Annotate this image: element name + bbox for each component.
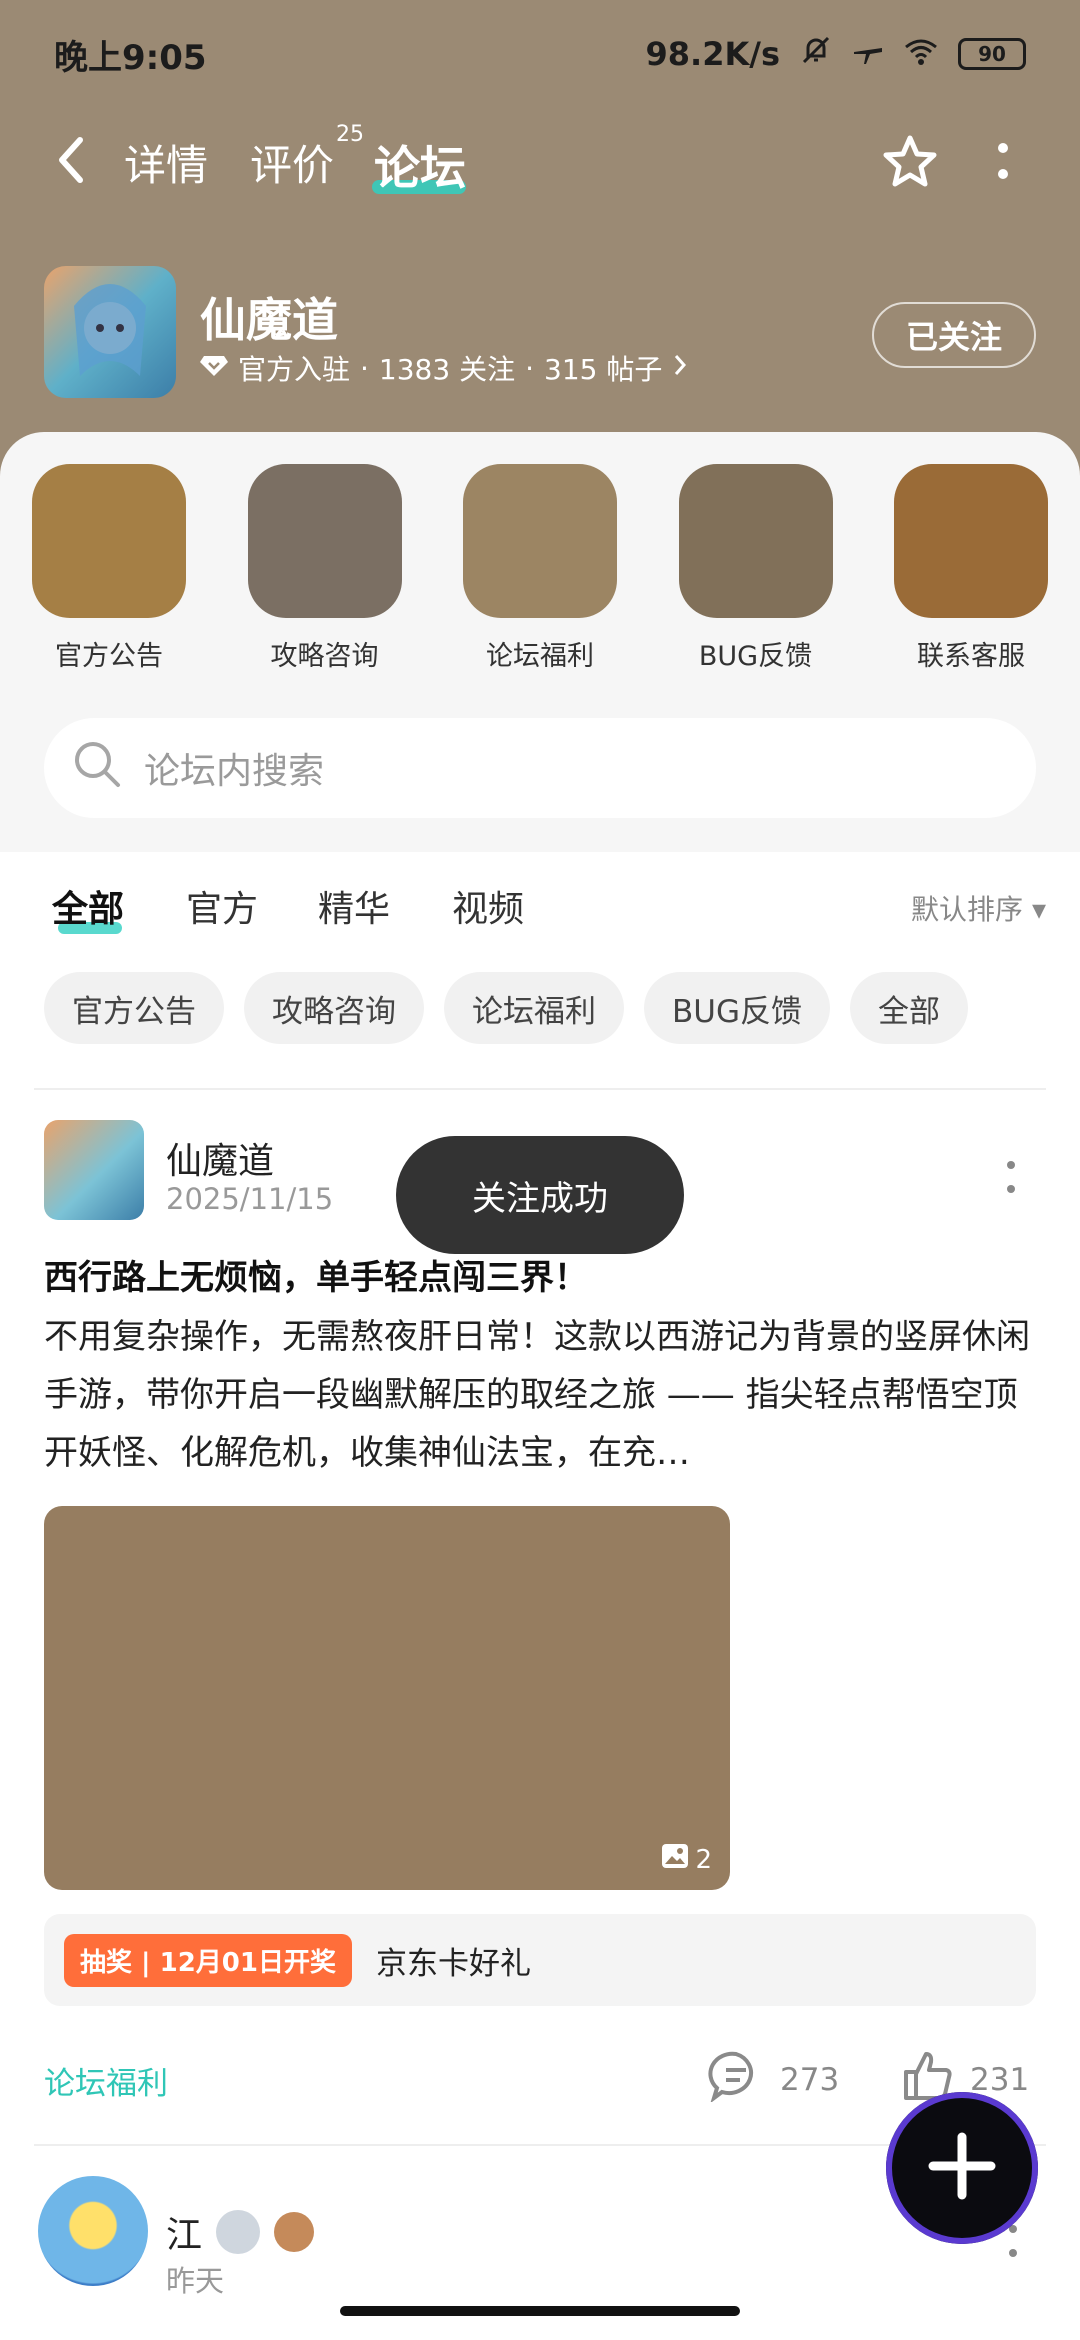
chip-bug[interactable]: BUG反馈 <box>644 972 830 1044</box>
quick-entry-guides[interactable]: 攻略咨询 <box>247 464 402 673</box>
level-badge-icon <box>216 2210 261 2254</box>
sort-label: 默认排序 <box>911 893 1024 926</box>
top-nav: 详情 评价 25 论坛 <box>0 120 1080 200</box>
tab-forum[interactable]: 论坛 <box>374 132 466 198</box>
comment-button[interactable]: 273 <box>708 2050 839 2110</box>
home-indicator[interactable] <box>340 2306 740 2316</box>
feed-tab-all[interactable]: 全部 <box>52 880 124 932</box>
like-count: 231 <box>970 2062 1030 2098</box>
separator-dot: · <box>360 351 369 385</box>
comment-icon <box>708 2050 764 2110</box>
status-time: 晚上9:05 <box>54 37 207 78</box>
mute-bell-icon <box>800 34 832 74</box>
toast-message: 关注成功 <box>396 1136 684 1254</box>
post-author[interactable]: 江 <box>166 2206 202 2258</box>
post-footer: 论坛福利 273 231 <box>44 2050 1036 2110</box>
search-input[interactable]: 论坛内搜索 <box>44 718 1036 818</box>
quick-entry-image <box>247 464 402 618</box>
forum-sheet: 官方公告 攻略咨询 论坛福利 BUG反馈 联系客服 论坛内搜索 <box>0 432 1080 852</box>
wifi-icon <box>904 35 938 73</box>
quick-entries: 官方公告 攻略咨询 论坛福利 BUG反馈 联系客服 <box>32 464 1048 673</box>
avatar[interactable] <box>38 2176 148 2286</box>
tab-details[interactable]: 详情 <box>124 132 208 193</box>
chevron-right-icon <box>672 352 688 385</box>
posts-count: 315 帖子 <box>544 353 663 386</box>
post-body[interactable]: 不用复杂操作，无需熬夜肝日常！这款以西游记为背景的竖屏休闲手游，带你开启一段幽默… <box>44 1308 1036 1482</box>
post-image[interactable]: 2 <box>44 1506 730 1890</box>
caret-down-icon: ▾ <box>1031 893 1046 926</box>
create-post-button[interactable] <box>886 2092 1038 2244</box>
quick-entry-bug-report[interactable]: BUG反馈 <box>678 464 833 673</box>
image-icon <box>661 1843 689 1876</box>
header-background: 晚上9:05 98.2K/s 90 详情 评价 25 论坛 仙魔道 官方入驻 ·… <box>0 0 1080 480</box>
comment-count: 273 <box>780 2062 840 2098</box>
quick-entry-label: 论坛福利 <box>486 641 594 672</box>
post-date: 2025/11/15 <box>166 1182 334 1216</box>
quick-entry-welfare[interactable]: 论坛福利 <box>463 464 617 673</box>
game-name: 仙魔道 <box>200 293 338 347</box>
chip-announcement[interactable]: 官方公告 <box>44 972 224 1044</box>
official-label: 官方入驻 <box>238 353 351 386</box>
chip-welfare[interactable]: 论坛福利 <box>444 972 624 1044</box>
image-count-value: 2 <box>695 1844 712 1875</box>
followed-button[interactable]: 已关注 <box>872 302 1036 368</box>
post-card-partial[interactable]: 江 昨天 <box>38 2176 1038 2298</box>
tab-reviews-label: 评价 <box>250 141 335 190</box>
more-vertical-icon[interactable] <box>1008 2224 1018 2258</box>
quick-entry-image <box>463 464 617 618</box>
battery-indicator: 90 <box>958 38 1026 70</box>
airplane-icon <box>852 34 884 74</box>
sort-dropdown[interactable]: 默认排序 ▾ <box>911 888 1046 928</box>
game-icon[interactable] <box>44 266 176 398</box>
divider <box>34 1088 1046 1090</box>
quick-entry-label: 联系客服 <box>917 641 1025 672</box>
more-vertical-icon[interactable] <box>1006 1160 1016 1194</box>
quick-entry-label: BUG反馈 <box>698 641 813 672</box>
quick-entry-label: 攻略咨询 <box>270 641 379 672</box>
chip-guides[interactable]: 攻略咨询 <box>244 972 424 1044</box>
quick-entry-image <box>678 464 833 618</box>
quick-entry-label: 官方公告 <box>55 641 163 672</box>
chip-all[interactable]: 全部 <box>849 972 968 1044</box>
status-right: 98.2K/s 90 <box>646 34 1026 74</box>
verified-diamond-icon <box>200 352 228 385</box>
post-title[interactable]: 西行路上无烦恼，单手轻点闯三界！ <box>44 1250 588 1299</box>
feed-tab-featured[interactable]: 精华 <box>318 880 390 932</box>
more-vertical-icon[interactable] <box>996 140 1010 184</box>
category-chips: 官方公告 攻略咨询 论坛福利 BUG反馈 全部 <box>44 972 968 1044</box>
post-author-row: 江 <box>166 2206 315 2258</box>
search-icon <box>72 739 122 798</box>
feed-tabs: 全部 官方 精华 视频 默认排序 ▾ <box>52 880 1046 940</box>
quick-entry-announcement[interactable]: 官方公告 <box>32 464 186 673</box>
feed-tab-official[interactable]: 官方 <box>186 880 258 932</box>
status-bar: 晚上9:05 98.2K/s 90 <box>54 26 1026 82</box>
lottery-text: 京东卡好礼 <box>375 1945 531 1982</box>
reviews-count: 25 <box>336 122 365 147</box>
lottery-banner[interactable]: 抽奖 | 12月01日开奖 京东卡好礼 <box>44 1914 1036 2006</box>
game-info: 仙魔道 官方入驻 · 1383 关注 · 315 帖子 已关注 <box>44 266 1036 400</box>
back-arrow-icon[interactable] <box>50 132 94 188</box>
feed-tab-video[interactable]: 视频 <box>452 880 524 932</box>
favorite-star-icon[interactable] <box>880 132 940 192</box>
post-category[interactable]: 论坛福利 <box>44 2058 168 2103</box>
separator-dot: · <box>525 351 534 385</box>
search-placeholder: 论坛内搜索 <box>144 751 325 792</box>
game-meta[interactable]: 官方入驻 · 1383 关注 · 315 帖子 <box>200 348 688 388</box>
post-date: 昨天 <box>166 2264 225 2298</box>
quick-entry-image <box>32 464 186 618</box>
post-author[interactable]: 仙魔道 <box>166 1132 274 1184</box>
user-badge-icon <box>274 2212 315 2252</box>
quick-entry-support[interactable]: 联系客服 <box>894 464 1048 673</box>
plus-icon <box>925 2129 999 2207</box>
followers-count: 1383 关注 <box>378 353 516 386</box>
image-count: 2 <box>661 1843 712 1876</box>
network-speed: 98.2K/s <box>645 35 780 73</box>
tab-reviews[interactable]: 评价 25 <box>250 122 364 193</box>
quick-entry-image <box>894 464 1048 618</box>
avatar[interactable] <box>44 1120 144 1220</box>
lottery-badge: 抽奖 | 12月01日开奖 <box>64 1933 352 1987</box>
